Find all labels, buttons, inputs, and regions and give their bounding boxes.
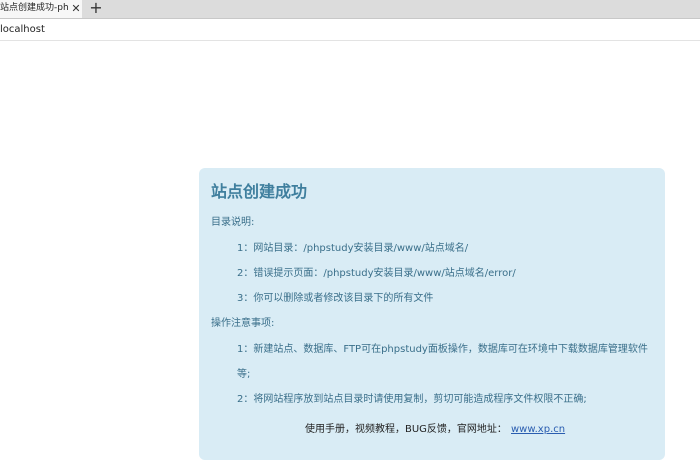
tab-strip: 站点创建成功-phpstudy for windows ✕ + <box>0 0 700 19</box>
new-tab-icon[interactable]: + <box>89 0 103 16</box>
footer-text: 使用手册，视频教程，BUG反馈，官网地址： <box>305 424 507 435</box>
directory-item: 1：网站目录：/phpstudy安装目录/www/站点域名/ <box>237 243 469 254</box>
note-item-continued: 等; <box>237 369 251 380</box>
directory-item: 2：错误提示页面：/phpstudy安装目录/www/站点域名/error/ <box>237 268 516 279</box>
tab-title: 站点创建成功-phpstudy for windows <box>0 3 68 13</box>
page-title: 站点创建成功 <box>211 182 308 201</box>
notes-heading: 操作注意事项: <box>211 318 275 329</box>
note-item: 1：新建站点、数据库、FTP可在phpstudy面板操作，数据库可在环境中下载数… <box>237 344 648 355</box>
browser-tab[interactable]: 站点创建成功-phpstudy for windows ✕ <box>0 0 82 18</box>
official-site-link[interactable]: www.xp.cn <box>511 423 565 437</box>
directory-heading: 目录说明: <box>211 217 255 228</box>
note-item: 2：将网站程序放到站点目录时请使用复制，剪切可能造成程序文件权限不正确; <box>237 394 587 405</box>
close-tab-icon[interactable]: ✕ <box>71 2 81 15</box>
directory-item: 3：你可以删除或者修改该目录下的所有文件 <box>237 293 434 304</box>
site-created-panel: 站点创建成功 目录说明: 1：网站目录：/phpstudy安装目录/www/站点… <box>199 168 665 460</box>
address-bar[interactable]: localhost <box>0 19 700 41</box>
url-text[interactable]: localhost <box>0 23 45 36</box>
